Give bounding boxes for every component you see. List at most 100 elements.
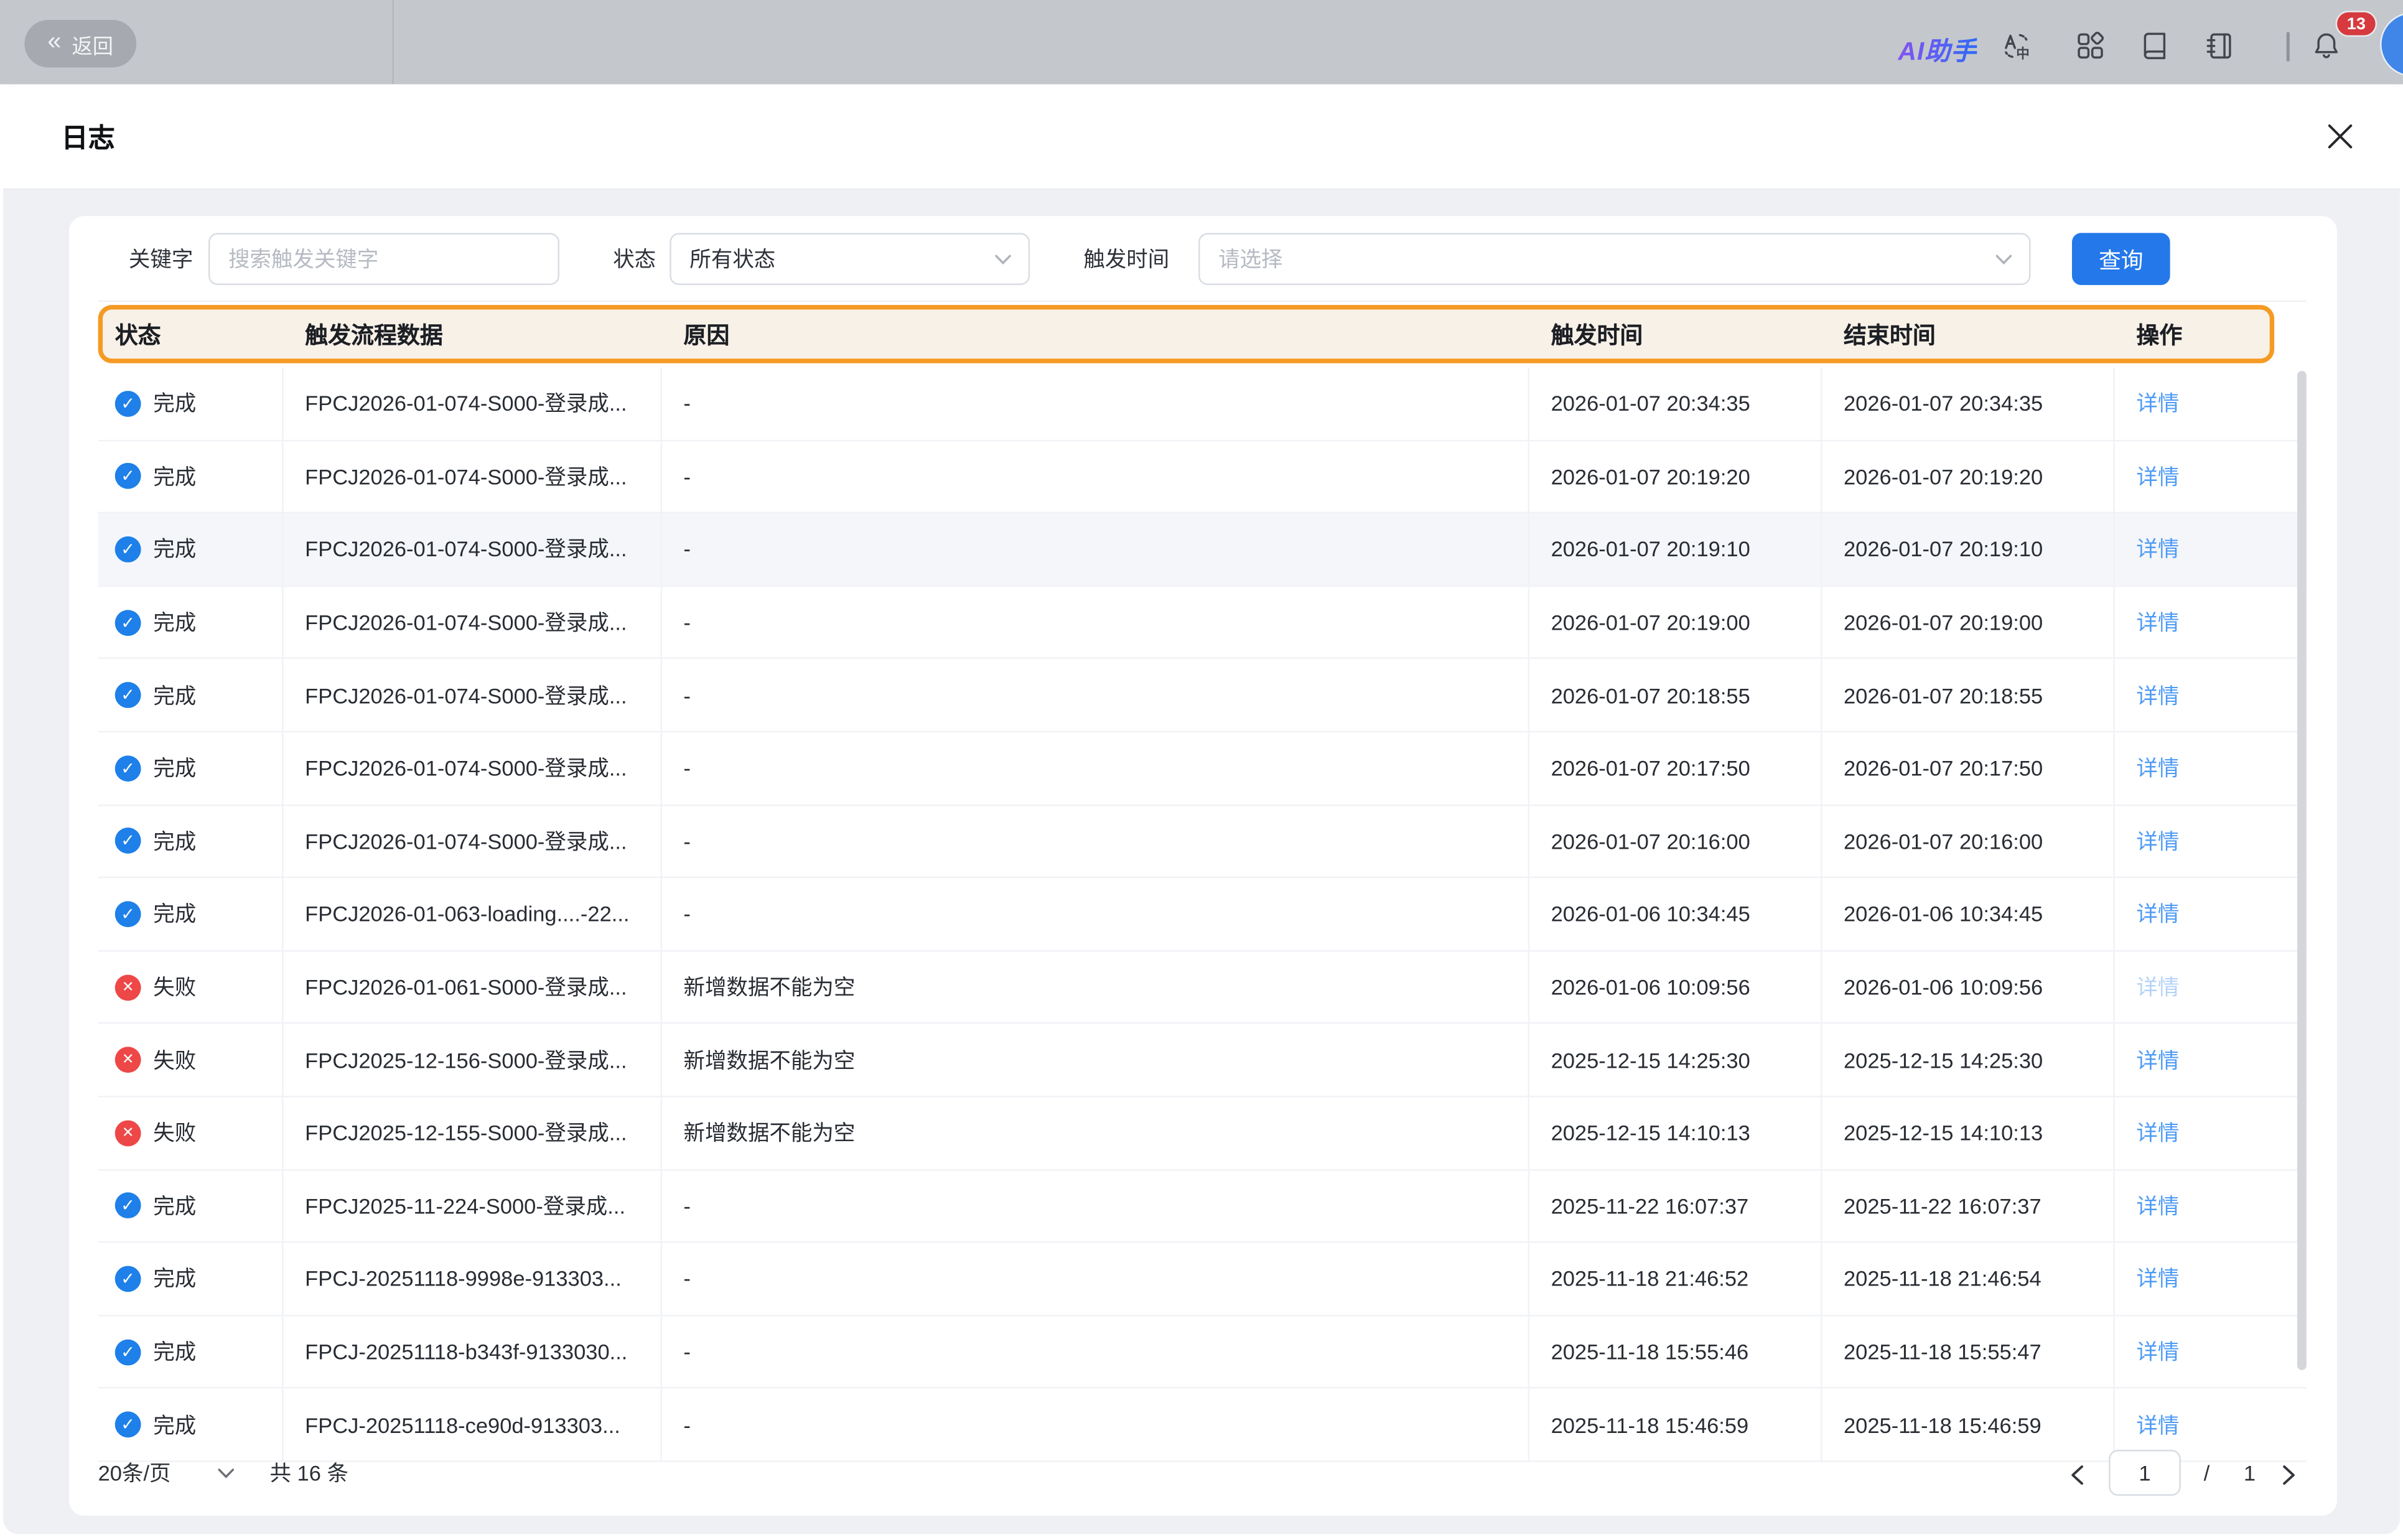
table-row: 完成 FPCJ-20251118-b343f-9133030... - 2025… [98,1316,2307,1389]
status-text: 完成 [153,1409,196,1440]
chevron-right-icon[interactable] [2282,1445,2295,1501]
status-text: 完成 [153,534,196,564]
trigger-time-cell: 2025-11-18 15:55:46 [1529,1316,1822,1388]
bell-icon[interactable] [2311,30,2341,61]
reason-cell: - [662,1316,1529,1388]
trigger-time-cell: 2026-01-07 20:17:50 [1529,732,1822,804]
status-label: 状态 [613,233,656,285]
action-cell: 详情 [2115,441,2307,512]
trigger-time-cell: 2025-11-18 21:46:52 [1529,1243,1822,1315]
detail-link[interactable]: 详情 [2136,826,2179,856]
action-cell: 详情 [2115,1097,2307,1169]
search-button[interactable]: 查询 [2072,233,2170,285]
table-row: 完成 FPCJ2026-01-063-loading....-22... - 2… [98,879,2307,951]
trigger-time-cell: 2025-12-15 14:10:13 [1529,1097,1822,1169]
status-text: 失败 [153,1045,196,1075]
action-cell: 详情 [2115,1024,2307,1096]
flow-data-cell: FPCJ2026-01-074-S000-登录成... [284,441,662,512]
action-cell: 详情 [2115,368,2307,439]
col-reason: 原因 [662,318,1529,350]
status-cell: 完成 [98,732,284,804]
reason-cell: - [662,1170,1529,1242]
detail-link[interactable]: 详情 [2136,1045,2179,1075]
close-icon[interactable] [2326,123,2354,150]
back-button[interactable]: « 返回 [24,20,136,67]
action-cell: 详情 [2115,951,2307,1023]
flow-data-cell: FPCJ2026-01-074-S000-登录成... [284,514,662,586]
status-icon [115,536,141,562]
status-icon [115,609,141,635]
detail-link[interactable]: 详情 [2136,753,2179,783]
end-time-cell: 2025-11-18 21:46:54 [1822,1243,2115,1315]
end-time-cell: 2026-01-07 20:17:50 [1822,732,2115,804]
ai-assistant-button[interactable]: AI助手 [1839,30,1977,67]
reason-cell: - [662,732,1529,804]
table-row: 完成 FPCJ2026-01-074-S000-登录成... - 2026-01… [98,660,2307,732]
detail-link[interactable]: 详情 [2136,680,2179,711]
chevron-down-icon[interactable] [218,1468,235,1479]
status-text: 失败 [153,972,196,1002]
status-cell: 完成 [98,660,284,731]
notebook-icon[interactable] [2204,30,2234,61]
reason-cell: - [662,1243,1529,1315]
keyword-input[interactable]: 搜索触发关键字 [208,233,559,285]
trigger-time-select[interactable]: 请选择 [1198,233,2030,285]
table-scrollbar[interactable] [2297,371,2307,1370]
reason-cell: 新增数据不能为空 [662,951,1529,1023]
action-cell: 详情 [2115,879,2307,950]
detail-link[interactable]: 详情 [2136,972,2179,1002]
reason-cell: - [662,660,1529,731]
detail-link[interactable]: 详情 [2136,1409,2179,1440]
total-count: 共 16 条 [269,1445,348,1501]
status-cell: 完成 [98,879,284,950]
detail-link[interactable]: 详情 [2136,461,2179,492]
trigger-time-cell: 2026-01-07 20:16:00 [1529,805,1822,877]
detail-link[interactable]: 详情 [2136,607,2179,638]
double-chevron-left-icon: « [47,30,61,54]
detail-link[interactable]: 详情 [2136,1118,2179,1148]
status-icon [115,464,141,490]
detail-link[interactable]: 详情 [2136,534,2179,564]
status-icon [115,828,141,854]
topbar-divider [393,0,394,84]
apps-grid-icon[interactable] [2075,30,2106,61]
end-time-cell: 2026-01-07 20:19:10 [1822,514,2115,586]
chevron-down-icon [1995,254,2012,265]
trigger-time-cell: 2025-12-15 14:25:30 [1529,1024,1822,1096]
content-card: 关键字 搜索触发关键字 状态 所有状态 触发时间 请选择 查询 [69,216,2337,1516]
status-text: 完成 [153,898,196,929]
status-cell: 失败 [98,1097,284,1169]
detail-link[interactable]: 详情 [2136,1337,2179,1367]
reason-cell: - [662,587,1529,658]
detail-link[interactable]: 详情 [2136,898,2179,929]
log-modal: 日志 关键字 搜索触发关键字 状态 所有状态 触发时间 请选 [3,84,2400,1534]
status-select[interactable]: 所有状态 [670,233,1030,285]
detail-link[interactable]: 详情 [2136,388,2179,419]
page-size-select[interactable]: 20条/页 [98,1445,171,1501]
avatar[interactable] [2380,12,2403,77]
end-time-cell: 2025-11-18 15:55:47 [1822,1316,2115,1388]
status-text: 完成 [153,680,196,711]
table-row: 失败 FPCJ2025-12-156-S000-登录成... 新增数据不能为空 … [98,1024,2307,1097]
status-icon [115,1266,141,1292]
translate-icon[interactable]: 中 [2002,30,2032,61]
keyword-label: 关键字 [129,233,193,285]
table-top-border [98,301,2307,302]
table-row: 失败 FPCJ2026-01-061-S000-登录成... 新增数据不能为空 … [98,951,2307,1024]
action-cell: 详情 [2115,660,2307,731]
status-cell: 失败 [98,1024,284,1096]
book-icon[interactable] [2139,30,2170,61]
chevron-left-icon[interactable] [2071,1445,2084,1501]
detail-link[interactable]: 详情 [2136,1264,2179,1294]
status-select-value: 所有状态 [689,244,775,274]
page-separator: / [2204,1445,2210,1501]
detail-link[interactable]: 详情 [2136,1190,2179,1221]
table-row: 完成 FPCJ2026-01-074-S000-登录成... - 2026-01… [98,368,2307,441]
status-cell: 完成 [98,1316,284,1388]
table-row: 完成 FPCJ-20251118-9998e-913303... - 2025-… [98,1243,2307,1316]
table-row: 完成 FPCJ2026-01-074-S000-登录成... - 2026-01… [98,732,2307,805]
screen: « 返回 AI助手 中 [0,0,2403,1540]
modal-header: 日志 [3,84,2400,190]
page-input[interactable] [2109,1450,2181,1496]
keyword-placeholder: 搜索触发关键字 [228,244,378,274]
